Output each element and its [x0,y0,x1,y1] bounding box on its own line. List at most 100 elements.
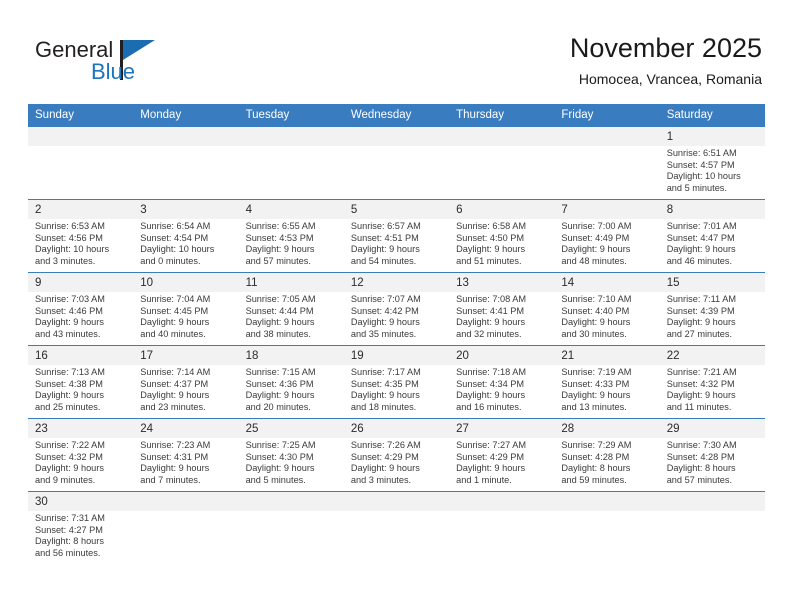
daylight-duration-line2: and 30 minutes. [561,328,627,339]
calendar-day-cell[interactable]: 4 Sunrise: 6:55 AM Sunset: 4:53 PM Daylight… [238,199,344,273]
weekday-header-tuesday: Tuesday [238,104,344,127]
empty-day-number-strip [133,127,239,146]
day-details: Sunrise: 7:29 AM Sunset: 4:28 PM Daylight:… [554,438,659,486]
sunset-time: Sunset: 4:34 PM [456,378,525,389]
calendar-day-cell[interactable]: 18 Sunrise: 7:15 AM Sunset: 4:36 PM Dayligh… [238,345,344,419]
day-details: Sunrise: 6:54 AM Sunset: 4:54 PM Daylight:… [133,219,238,267]
calendar-day-cell[interactable]: 30 Sunrise: 7:31 AM Sunset: 4:27 PM Dayligh… [28,491,134,564]
sunrise-time: Sunrise: 7:15 AM [245,367,316,377]
day-cell-inner: 18 Sunrise: 7:15 AM Sunset: 4:36 PM Dayligh… [238,346,344,418]
calendar-week-row: 1 Sunrise: 6:51 AM Sunset: 4:57 PM Daylight… [28,126,765,200]
day-details: Sunrise: 7:18 AM Sunset: 4:34 PM Daylight:… [449,365,554,413]
day-number: 15 [659,273,765,292]
calendar-day-cell[interactable]: 27 Sunrise: 7:27 AM Sunset: 4:29 PM Dayligh… [449,418,555,492]
daylight-duration-line2: and 0 minutes. [140,255,201,266]
weekday-header-monday: Monday [133,104,239,127]
daylight-duration-line2: and 46 minutes. [666,255,733,266]
calendar-day-cell[interactable]: 22 Sunrise: 7:21 AM Sunset: 4:32 PM Dayligh… [659,345,765,419]
sunset-time: Sunset: 4:53 PM [245,232,314,243]
daylight-duration-line2: and 5 minutes. [245,474,306,485]
day-number: 6 [449,200,555,219]
general-blue-logo[interactable]: General Blue [35,36,225,92]
day-number: 22 [659,346,765,365]
sunset-time: Sunset: 4:42 PM [350,305,419,316]
daylight-duration-line1: Daylight: 9 hours [140,463,210,474]
calendar-day-cell[interactable]: 6 Sunrise: 6:58 AM Sunset: 4:50 PM Daylight… [449,199,555,273]
calendar-cell-empty [238,126,344,200]
calendar-day-cell[interactable]: 19 Sunrise: 7:17 AM Sunset: 4:35 PM Dayligh… [343,345,450,419]
calendar-day-cell[interactable]: 23 Sunrise: 7:22 AM Sunset: 4:32 PM Dayligh… [28,418,134,492]
day-cell-inner: 30 Sunrise: 7:31 AM Sunset: 4:27 PM Dayligh… [28,492,134,564]
calendar-day-cell[interactable]: 8 Sunrise: 7:01 AM Sunset: 4:47 PM Daylight… [659,199,765,273]
calendar-day-cell[interactable]: 26 Sunrise: 7:26 AM Sunset: 4:29 PM Dayligh… [343,418,450,492]
daylight-duration-line1: Daylight: 9 hours [350,244,420,255]
calendar-day-cell[interactable]: 1 Sunrise: 6:51 AM Sunset: 4:57 PM Daylight… [659,126,765,200]
calendar-day-cell[interactable]: 13 Sunrise: 7:08 AM Sunset: 4:41 PM Dayligh… [449,272,555,346]
sunset-time: Sunset: 4:45 PM [140,305,209,316]
calendar-day-cell[interactable]: 7 Sunrise: 7:00 AM Sunset: 4:49 PM Daylight… [554,199,660,273]
sunset-time: Sunset: 4:39 PM [666,305,735,316]
daylight-duration-line2: and 3 minutes. [350,474,412,485]
empty-day-number-strip [659,492,765,511]
empty-day-number-strip [343,492,450,511]
daylight-duration-line1: Daylight: 9 hours [561,244,631,255]
weekday-header-sunday: Sunday [28,104,134,127]
daylight-duration-line2: and 38 minutes. [245,328,311,339]
daylight-duration-line2: and 48 minutes. [561,255,627,266]
day-details: Sunrise: 6:53 AM Sunset: 4:56 PM Daylight:… [28,219,133,267]
calendar-day-cell[interactable]: 10 Sunrise: 7:04 AM Sunset: 4:45 PM Dayligh… [133,272,239,346]
day-number: 26 [343,419,450,438]
calendar-day-cell[interactable]: 24 Sunrise: 7:23 AM Sunset: 4:31 PM Dayligh… [133,418,239,492]
daylight-duration-line1: Daylight: 9 hours [35,390,104,401]
sunrise-time: Sunrise: 7:13 AM [35,367,105,377]
calendar-day-cell[interactable]: 11 Sunrise: 7:05 AM Sunset: 4:44 PM Dayligh… [238,272,344,346]
calendar-day-cell[interactable]: 17 Sunrise: 7:14 AM Sunset: 4:37 PM Dayligh… [133,345,239,419]
calendar-day-cell[interactable]: 9 Sunrise: 7:03 AM Sunset: 4:46 PM Daylight… [28,272,134,346]
sunset-time: Sunset: 4:37 PM [140,378,209,389]
sunset-time: Sunset: 4:36 PM [245,378,314,389]
daylight-duration-line1: Daylight: 9 hours [561,390,631,401]
calendar-day-cell[interactable]: 16 Sunrise: 7:13 AM Sunset: 4:38 PM Dayligh… [28,345,134,419]
day-number: 16 [28,346,134,365]
day-number: 21 [554,346,660,365]
calendar-cell-empty [554,491,660,564]
calendar-day-cell[interactable]: 28 Sunrise: 7:29 AM Sunset: 4:28 PM Dayligh… [554,418,660,492]
daylight-duration-line1: Daylight: 8 hours [35,536,104,547]
day-cell-inner [133,127,239,199]
day-details: Sunrise: 6:57 AM Sunset: 4:51 PM Daylight:… [344,219,449,267]
calendar-day-cell[interactable]: 21 Sunrise: 7:19 AM Sunset: 4:33 PM Dayligh… [554,345,660,419]
daylight-duration-line1: Daylight: 9 hours [245,244,315,255]
calendar-day-cell[interactable]: 3 Sunrise: 6:54 AM Sunset: 4:54 PM Daylight… [133,199,239,273]
day-cell-inner: 1 Sunrise: 6:51 AM Sunset: 4:57 PM Daylight… [659,127,765,199]
weekday-header-wednesday: Wednesday [343,104,450,127]
calendar-day-cell[interactable]: 2 Sunrise: 6:53 AM Sunset: 4:56 PM Daylight… [28,199,134,273]
calendar-page: General Blue November 2025 Homocea, Vran… [0,0,792,612]
calendar-day-cell[interactable]: 25 Sunrise: 7:25 AM Sunset: 4:30 PM Dayligh… [238,418,344,492]
calendar-day-cell[interactable]: 14 Sunrise: 7:10 AM Sunset: 4:40 PM Dayligh… [554,272,660,346]
daylight-duration-line2: and 11 minutes. [666,401,732,412]
calendar-day-cell[interactable]: 20 Sunrise: 7:18 AM Sunset: 4:34 PM Dayligh… [449,345,555,419]
daylight-duration-line2: and 59 minutes. [561,474,627,485]
sunrise-time: Sunrise: 7:31 AM [35,513,105,523]
day-cell-inner: 28 Sunrise: 7:29 AM Sunset: 4:28 PM Dayligh… [554,419,660,491]
sunrise-time: Sunrise: 7:22 AM [35,440,105,450]
calendar-cell-empty [133,126,239,200]
daylight-duration-line2: and 5 minutes. [666,182,727,193]
sunset-time: Sunset: 4:33 PM [561,378,630,389]
day-cell-inner [659,492,765,564]
day-cell-inner: 12 Sunrise: 7:07 AM Sunset: 4:42 PM Dayligh… [343,273,450,345]
calendar-day-cell[interactable]: 29 Sunrise: 7:30 AM Sunset: 4:28 PM Dayligh… [659,418,765,492]
calendar-day-cell[interactable]: 12 Sunrise: 7:07 AM Sunset: 4:42 PM Dayligh… [343,272,450,346]
sunrise-time: Sunrise: 7:11 AM [666,294,736,304]
daylight-duration-line2: and 43 minutes. [35,328,101,339]
day-details: Sunrise: 7:07 AM Sunset: 4:42 PM Daylight:… [344,292,449,340]
daylight-duration-line2: and 51 minutes. [456,255,522,266]
sunrise-time: Sunrise: 7:17 AM [350,367,421,377]
day-number: 20 [449,346,555,365]
calendar-day-cell[interactable]: 5 Sunrise: 6:57 AM Sunset: 4:51 PM Daylight… [343,199,450,273]
calendar-day-cell[interactable]: 15 Sunrise: 7:11 AM Sunset: 4:39 PM Dayligh… [659,272,765,346]
day-details: Sunrise: 7:10 AM Sunset: 4:40 PM Daylight:… [554,292,659,340]
day-cell-inner: 13 Sunrise: 7:08 AM Sunset: 4:41 PM Dayligh… [449,273,555,345]
day-cell-inner: 21 Sunrise: 7:19 AM Sunset: 4:33 PM Dayligh… [554,346,660,418]
day-details: Sunrise: 7:13 AM Sunset: 4:38 PM Daylight:… [28,365,133,413]
